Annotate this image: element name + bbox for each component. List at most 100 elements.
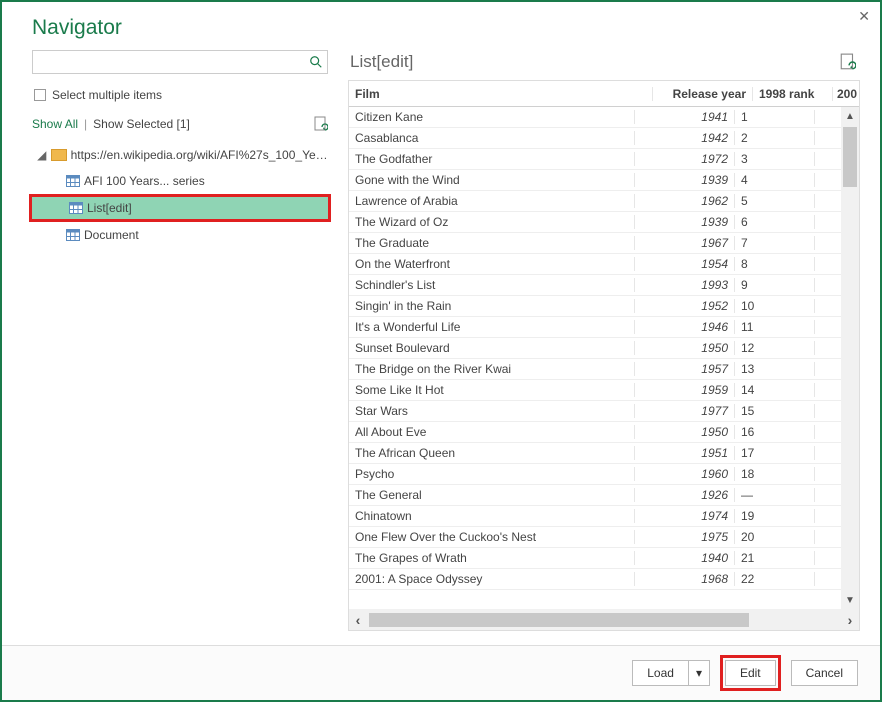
cell-rank: 3 bbox=[735, 152, 815, 166]
cell-year: 1960 bbox=[635, 467, 735, 481]
cell-film: Singin' in the Rain bbox=[349, 299, 635, 313]
edit-button[interactable]: Edit bbox=[725, 660, 776, 686]
table-row[interactable]: The General1926— bbox=[349, 485, 841, 506]
table-row[interactable]: The Wizard of Oz19396 bbox=[349, 212, 841, 233]
cell-year: 1946 bbox=[635, 320, 735, 334]
cell-year: 1954 bbox=[635, 257, 735, 271]
cell-rank: 7 bbox=[735, 236, 815, 250]
table-row[interactable]: Schindler's List19939 bbox=[349, 275, 841, 296]
table-row[interactable]: Chinatown197419 bbox=[349, 506, 841, 527]
expand-icon[interactable]: ◢ bbox=[36, 148, 47, 162]
show-all-link[interactable]: Show All bbox=[32, 117, 78, 131]
preview-panel: List[edit] Film Release year 1998 rank 2… bbox=[342, 50, 860, 631]
cell-rank: 12 bbox=[735, 341, 815, 355]
cell-year: 1993 bbox=[635, 278, 735, 292]
table-row[interactable]: The Grapes of Wrath194021 bbox=[349, 548, 841, 569]
cell-rank: 22 bbox=[735, 572, 815, 586]
tree-item-afi-series[interactable]: AFI 100 Years... series bbox=[32, 168, 328, 194]
cell-year: 1972 bbox=[635, 152, 735, 166]
cell-rank: 21 bbox=[735, 551, 815, 565]
left-panel: Select multiple items Show All | Show Se… bbox=[32, 50, 342, 631]
cell-rank: — bbox=[735, 488, 815, 502]
close-icon[interactable]: ✕ bbox=[858, 8, 870, 25]
tree-item-document[interactable]: Document bbox=[32, 222, 328, 248]
col-header-1998-rank[interactable]: 1998 rank bbox=[753, 87, 833, 101]
table-row[interactable]: Sunset Boulevard195012 bbox=[349, 338, 841, 359]
table-row[interactable]: Gone with the Wind19394 bbox=[349, 170, 841, 191]
cell-rank: 2 bbox=[735, 131, 815, 145]
cell-year: 1951 bbox=[635, 446, 735, 460]
cell-film: One Flew Over the Cuckoo's Nest bbox=[349, 530, 635, 544]
horizontal-scrollbar[interactable]: ‹ › bbox=[349, 609, 859, 630]
preview-title: List[edit] bbox=[350, 52, 840, 72]
refresh-icon[interactable] bbox=[314, 116, 328, 132]
table-row[interactable]: All About Eve195016 bbox=[349, 422, 841, 443]
load-dropdown-icon[interactable]: ▾ bbox=[689, 661, 709, 685]
table-row[interactable]: The Godfather19723 bbox=[349, 149, 841, 170]
vertical-scrollbar[interactable]: ▲ ▼ bbox=[841, 107, 859, 609]
tree-item-label: Document bbox=[84, 228, 139, 242]
scroll-right-icon[interactable]: › bbox=[841, 612, 859, 628]
load-button[interactable]: Load ▾ bbox=[632, 660, 710, 686]
cell-film: The African Queen bbox=[349, 446, 635, 460]
cell-year: 1942 bbox=[635, 131, 735, 145]
dialog-title: Navigator bbox=[2, 2, 880, 50]
cell-rank: 10 bbox=[735, 299, 815, 313]
table-row[interactable]: The African Queen195117 bbox=[349, 443, 841, 464]
table-row[interactable]: Lawrence of Arabia19625 bbox=[349, 191, 841, 212]
table-row[interactable]: On the Waterfront19548 bbox=[349, 254, 841, 275]
table-row[interactable]: The Graduate19677 bbox=[349, 233, 841, 254]
cell-film: Gone with the Wind bbox=[349, 173, 635, 187]
cell-film: All About Eve bbox=[349, 425, 635, 439]
select-multiple-label: Select multiple items bbox=[52, 88, 162, 102]
col-header-film[interactable]: Film bbox=[349, 87, 653, 101]
cell-year: 1957 bbox=[635, 362, 735, 376]
search-icon[interactable] bbox=[305, 51, 327, 73]
table-row[interactable]: Casablanca19422 bbox=[349, 128, 841, 149]
cell-film: 2001: A Space Odyssey bbox=[349, 572, 635, 586]
cell-rank: 1 bbox=[735, 110, 815, 124]
table-row[interactable]: The Bridge on the River Kwai195713 bbox=[349, 359, 841, 380]
cell-year: 1962 bbox=[635, 194, 735, 208]
table-row[interactable]: 2001: A Space Odyssey196822 bbox=[349, 569, 841, 590]
search-field[interactable] bbox=[33, 55, 305, 69]
cell-year: 1939 bbox=[635, 173, 735, 187]
select-multiple-row[interactable]: Select multiple items bbox=[34, 88, 342, 102]
tree-item-list-edit[interactable]: List[edit] bbox=[29, 194, 331, 222]
search-input[interactable] bbox=[32, 50, 328, 74]
cancel-button[interactable]: Cancel bbox=[791, 660, 858, 686]
cell-rank: 11 bbox=[735, 320, 815, 334]
scroll-up-icon[interactable]: ▲ bbox=[841, 107, 859, 125]
col-header-release-year[interactable]: Release year bbox=[653, 87, 753, 101]
cell-film: The Bridge on the River Kwai bbox=[349, 362, 635, 376]
table-row[interactable]: Singin' in the Rain195210 bbox=[349, 296, 841, 317]
load-button-label[interactable]: Load bbox=[633, 661, 689, 685]
scroll-thumb[interactable] bbox=[843, 127, 857, 187]
navigator-dialog: ✕ Navigator Select multiple items Show A… bbox=[0, 0, 882, 702]
cell-film: It's a Wonderful Life bbox=[349, 320, 635, 334]
col-header-extra[interactable]: 200 bbox=[833, 87, 859, 101]
scroll-thumb[interactable] bbox=[369, 613, 749, 627]
cell-rank: 14 bbox=[735, 383, 815, 397]
grid-header: Film Release year 1998 rank 200 bbox=[349, 81, 859, 107]
cell-rank: 6 bbox=[735, 215, 815, 229]
show-selected-link[interactable]: Show Selected [1] bbox=[93, 117, 190, 131]
table-row[interactable]: Citizen Kane19411 bbox=[349, 107, 841, 128]
table-icon bbox=[66, 175, 80, 187]
cell-film: Star Wars bbox=[349, 404, 635, 418]
scroll-down-icon[interactable]: ▼ bbox=[841, 591, 859, 609]
scroll-left-icon[interactable]: ‹ bbox=[349, 612, 367, 628]
tree-root[interactable]: ◢ https://en.wikipedia.org/wiki/AFI%27s_… bbox=[32, 142, 328, 168]
table-row[interactable]: One Flew Over the Cuckoo's Nest197520 bbox=[349, 527, 841, 548]
cell-film: On the Waterfront bbox=[349, 257, 635, 271]
checkbox-icon[interactable] bbox=[34, 89, 46, 101]
table-row[interactable]: Psycho196018 bbox=[349, 464, 841, 485]
cell-year: 1939 bbox=[635, 215, 735, 229]
cell-rank: 4 bbox=[735, 173, 815, 187]
table-row[interactable]: Star Wars197715 bbox=[349, 401, 841, 422]
table-row[interactable]: Some Like It Hot195914 bbox=[349, 380, 841, 401]
cell-film: Psycho bbox=[349, 467, 635, 481]
preview-refresh-icon[interactable] bbox=[840, 53, 856, 71]
table-row[interactable]: It's a Wonderful Life194611 bbox=[349, 317, 841, 338]
cell-film: The Graduate bbox=[349, 236, 635, 250]
